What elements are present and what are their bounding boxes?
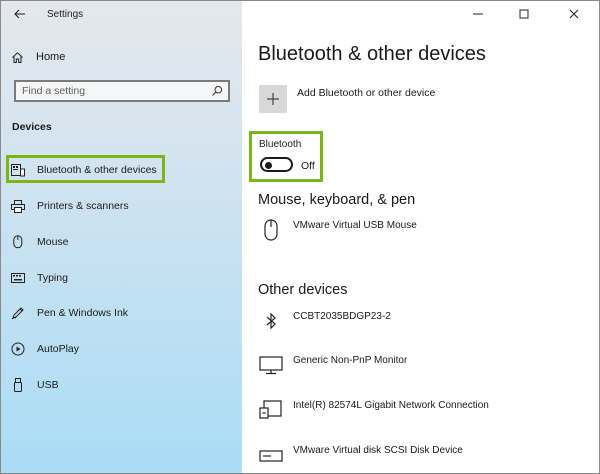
device-name: Intel(R) 82574L Gigabit Network Connecti… <box>293 400 489 411</box>
device-item[interactable]: Intel(R) 82574L Gigabit Network Connecti… <box>258 397 588 427</box>
device-name: Generic Non-PnP Monitor <box>293 355 408 366</box>
mouse-keyboard-pen-heading: Mouse, keyboard, & pen <box>258 192 416 208</box>
navigation-pane: Settings Home Devices <box>1 1 242 473</box>
maximize-icon <box>519 9 529 19</box>
minimize-button[interactable] <box>461 1 495 27</box>
sidebar-item-pen[interactable]: Pen & Windows Ink <box>11 302 128 324</box>
sidebar-item-label: Printers & scanners <box>37 200 129 212</box>
app-title: Settings <box>47 9 84 20</box>
bluetooth-label: Bluetooth <box>259 139 302 150</box>
sidebar-item-label: USB <box>37 379 59 391</box>
add-device-button[interactable] <box>259 85 287 113</box>
mouse-icon <box>11 235 25 249</box>
sidebar-item-autoplay[interactable]: AutoPlay <box>11 338 79 360</box>
sidebar-item-printers[interactable]: Printers & scanners <box>11 195 129 217</box>
sidebar-item-usb[interactable]: USB <box>11 374 59 396</box>
device-item[interactable]: VMware Virtual disk SCSI Disk Device <box>258 442 588 472</box>
network-adapter-icon <box>258 397 284 423</box>
plus-icon <box>267 93 279 105</box>
printer-icon <box>11 199 25 213</box>
window-controls <box>461 1 599 29</box>
sidebar-item-typing[interactable]: Typing <box>11 267 68 289</box>
page-title: Bluetooth & other devices <box>258 43 486 65</box>
disk-drive-icon <box>258 442 284 468</box>
device-item[interactable]: Generic Non-PnP Monitor <box>258 352 588 382</box>
device-item[interactable]: VMware Virtual USB Mouse <box>258 217 588 247</box>
close-button[interactable] <box>557 1 591 27</box>
device-item[interactable]: CCBT2035BDGP23-2 <box>258 308 588 338</box>
sidebar-item-label: Mouse <box>37 236 69 248</box>
close-icon <box>569 9 579 19</box>
bluetooth-icon <box>258 308 284 334</box>
bluetooth-toggle[interactable] <box>260 157 293 172</box>
section-heading-devices: Devices <box>12 121 52 133</box>
minimize-icon <box>473 13 483 15</box>
back-button[interactable] <box>9 5 31 23</box>
bluetooth-state-text: Off <box>301 160 315 172</box>
sidebar-item-mouse[interactable]: Mouse <box>11 231 69 253</box>
home-label: Home <box>36 51 66 63</box>
device-name: CCBT2035BDGP23-2 <box>293 311 391 322</box>
device-name: VMware Virtual USB Mouse <box>293 220 417 231</box>
search-icon[interactable] <box>211 85 223 97</box>
home-icon <box>12 51 23 63</box>
sidebar-item-label: Typing <box>37 272 68 284</box>
device-name: VMware Virtual disk SCSI Disk Device <box>293 445 463 456</box>
search-input[interactable] <box>22 84 202 98</box>
content-pane: Bluetooth & other devices Add Bluetooth … <box>242 1 599 473</box>
autoplay-icon <box>11 342 25 356</box>
usb-icon <box>11 378 25 392</box>
selection-highlight <box>6 155 165 183</box>
sidebar-item-label: AutoPlay <box>37 343 80 355</box>
other-devices-heading: Other devices <box>258 282 348 298</box>
back-arrow-icon <box>14 9 25 19</box>
title-bar: Settings <box>1 1 242 29</box>
settings-window: Settings Home Devices <box>0 0 600 474</box>
toggle-knob <box>265 161 272 169</box>
maximize-button[interactable] <box>507 1 541 27</box>
add-device-label[interactable]: Add Bluetooth or other device <box>297 87 435 99</box>
home-link[interactable]: Home <box>11 47 65 67</box>
monitor-icon <box>258 352 284 378</box>
sidebar-item-label: Pen & Windows Ink <box>37 307 129 319</box>
pen-icon <box>11 306 25 320</box>
search-box[interactable] <box>14 80 230 102</box>
mouse-icon <box>258 217 284 243</box>
keyboard-icon <box>11 271 25 285</box>
